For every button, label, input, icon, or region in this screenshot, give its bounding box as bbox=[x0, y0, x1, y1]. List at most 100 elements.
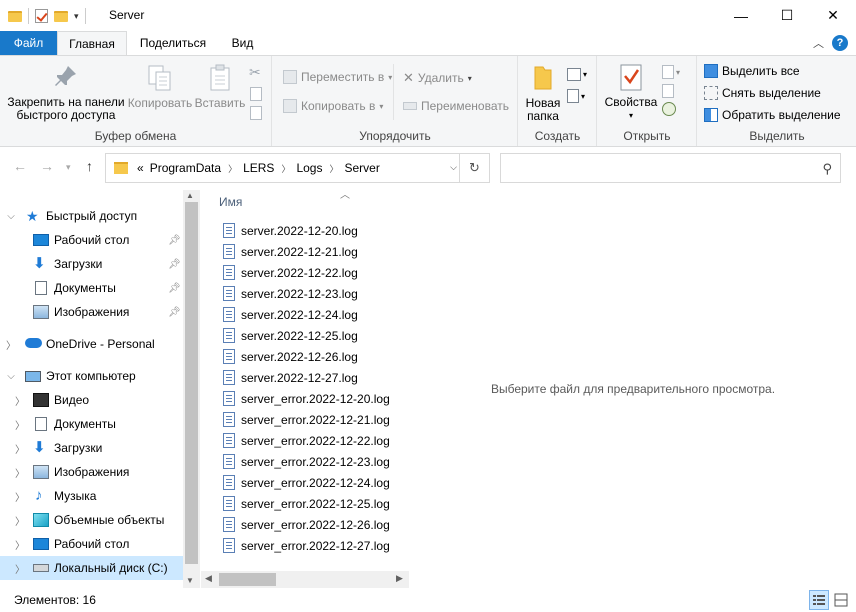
chevron-right-icon[interactable]: 〉 bbox=[14, 561, 26, 576]
tree-pc-local-disk[interactable]: 〉 Локальный диск (C:) bbox=[0, 556, 183, 580]
file-row[interactable]: server_error.2022-12-25.log bbox=[201, 493, 409, 514]
file-row[interactable]: server_error.2022-12-20.log bbox=[201, 388, 409, 409]
chevron-right-icon[interactable]: 〉 bbox=[329, 162, 338, 175]
file-row[interactable]: server.2022-12-22.log bbox=[201, 262, 409, 283]
new-folder-button[interactable]: Новая папка bbox=[523, 64, 563, 123]
scroll-right-icon[interactable]: ▶ bbox=[396, 573, 403, 584]
open-icon[interactable]: ▾ bbox=[662, 62, 680, 82]
large-icons-view-button[interactable] bbox=[831, 590, 851, 610]
recent-locations-chevron-icon[interactable]: ▾ bbox=[66, 162, 71, 173]
tab-file[interactable]: Файл bbox=[0, 31, 57, 56]
forward-arrow-icon[interactable]: → bbox=[40, 158, 54, 174]
chevron-right-icon[interactable]: 〉 bbox=[14, 417, 26, 432]
chevron-right-icon[interactable]: 〉 bbox=[14, 465, 26, 480]
copy-to-button[interactable]: Копировать в ▾ bbox=[283, 99, 383, 113]
select-all-button[interactable]: Выделить все bbox=[704, 64, 800, 78]
minimize-button[interactable]: — bbox=[718, 0, 764, 31]
file-row[interactable]: server.2022-12-26.log bbox=[201, 346, 409, 367]
tab-home[interactable]: Главная bbox=[57, 31, 127, 56]
tree-pc-downloads[interactable]: 〉 ⬇ Загрузки bbox=[0, 436, 183, 460]
tree-onedrive[interactable]: 〉 OneDrive - Personal bbox=[0, 332, 183, 356]
rename-button[interactable]: Переименовать bbox=[403, 99, 509, 113]
file-row[interactable]: server_error.2022-12-24.log bbox=[201, 472, 409, 493]
refresh-icon[interactable]: ↻ bbox=[459, 154, 489, 182]
address-history-chevron-icon[interactable]: ⌵ bbox=[450, 162, 457, 173]
file-row[interactable]: server.2022-12-27.log bbox=[201, 367, 409, 388]
file-row[interactable]: server_error.2022-12-23.log bbox=[201, 451, 409, 472]
nav-pane-scrollbar[interactable]: ▲ ▼ bbox=[183, 190, 200, 588]
file-row[interactable]: server.2022-12-25.log bbox=[201, 325, 409, 346]
tree-pc-music[interactable]: 〉 ♪ Музыка bbox=[0, 484, 183, 508]
tree-pc-desktop[interactable]: 〉 Рабочий стол bbox=[0, 532, 183, 556]
chevron-right-icon[interactable]: 〉 bbox=[281, 162, 290, 175]
chevron-right-icon[interactable]: 〉 bbox=[14, 393, 26, 408]
nav-pane-scrollbar-thumb[interactable] bbox=[185, 202, 198, 564]
properties-icon[interactable] bbox=[35, 9, 48, 23]
file-row[interactable]: server_error.2022-12-21.log bbox=[201, 409, 409, 430]
file-list-horizontal-scrollbar[interactable]: ◀ ▶ bbox=[201, 571, 409, 588]
breadcrumb-overflow[interactable]: « bbox=[137, 161, 144, 175]
easy-access-icon[interactable]: ▾ bbox=[567, 86, 587, 106]
address-bar[interactable]: « ProgramData 〉 LERS 〉 Logs 〉 Server ⌵ ↻ bbox=[105, 153, 490, 183]
minimize-ribbon-chevron-icon[interactable]: ︿ bbox=[813, 35, 824, 51]
tree-quick-downloads[interactable]: ⬇ Загрузки 📌︎ bbox=[0, 252, 183, 276]
pin-icon[interactable]: 📌︎ bbox=[168, 235, 181, 246]
back-arrow-icon[interactable]: ← bbox=[13, 158, 27, 174]
select-none-button[interactable]: Снять выделение bbox=[704, 86, 821, 100]
tree-quick-documents[interactable]: Документы 📌︎ bbox=[0, 276, 183, 300]
tree-pc-documents[interactable]: 〉 Документы bbox=[0, 412, 183, 436]
pin-icon[interactable]: 📌︎ bbox=[168, 259, 181, 270]
properties-button[interactable]: Свойства ▾ bbox=[604, 64, 658, 122]
tab-share[interactable]: Поделиться bbox=[131, 31, 215, 56]
file-row[interactable]: server.2022-12-21.log bbox=[201, 241, 409, 262]
file-row[interactable]: server.2022-12-24.log bbox=[201, 304, 409, 325]
file-row[interactable]: server.2022-12-23.log bbox=[201, 283, 409, 304]
maximize-button[interactable]: ☐ bbox=[764, 0, 810, 31]
tree-pc-videos[interactable]: 〉 Видео bbox=[0, 388, 183, 412]
tree-this-pc[interactable]: ⌵ Этот компьютер bbox=[0, 364, 183, 388]
pin-icon[interactable]: 📌︎ bbox=[168, 307, 181, 318]
tree-quick-desktop[interactable]: Рабочий стол 📌︎ bbox=[0, 228, 183, 252]
tree-pc-3d-objects[interactable]: 〉 Объемные объекты bbox=[0, 508, 183, 532]
help-icon[interactable]: ? bbox=[832, 35, 848, 51]
file-row[interactable]: server_error.2022-12-27.log bbox=[201, 535, 409, 556]
breadcrumb-server[interactable]: Server bbox=[345, 161, 380, 175]
column-header-name[interactable]: Имя bbox=[219, 195, 242, 209]
paste-shortcut-icon[interactable] bbox=[250, 106, 262, 120]
breadcrumb-programdata[interactable]: ProgramData bbox=[150, 161, 221, 175]
copy-path-icon[interactable] bbox=[250, 87, 262, 101]
chevron-right-icon[interactable]: 〉 bbox=[14, 537, 26, 552]
chevron-right-icon[interactable]: 〉 bbox=[14, 441, 26, 456]
tab-view[interactable]: Вид bbox=[220, 31, 265, 56]
file-row[interactable]: server_error.2022-12-26.log bbox=[201, 514, 409, 535]
edit-icon[interactable] bbox=[662, 84, 674, 98]
scroll-down-icon[interactable]: ▼ bbox=[186, 576, 194, 585]
new-folder-icon[interactable] bbox=[54, 10, 68, 22]
paste-button[interactable]: Вставить bbox=[192, 64, 248, 110]
copy-button[interactable]: Копировать bbox=[126, 64, 194, 110]
chevron-down-icon[interactable]: ⌵ bbox=[5, 211, 17, 222]
breadcrumb-logs[interactable]: Logs bbox=[296, 161, 322, 175]
details-view-button[interactable] bbox=[809, 590, 829, 610]
chevron-down-icon[interactable]: ⌵ bbox=[5, 371, 17, 382]
tree-quick-access[interactable]: ⌵ ★ Быстрый доступ bbox=[0, 204, 183, 228]
delete-button[interactable]: ✕ Удалить ▾ bbox=[403, 70, 472, 86]
invert-selection-button[interactable]: Обратить выделение bbox=[704, 108, 841, 122]
move-to-button[interactable]: Переместить в ▾ bbox=[283, 70, 392, 84]
chevron-right-icon[interactable]: 〉 bbox=[5, 337, 17, 352]
up-arrow-icon[interactable]: ↑ bbox=[86, 158, 93, 174]
history-icon[interactable] bbox=[662, 102, 676, 116]
chevron-right-icon[interactable]: 〉 bbox=[14, 513, 26, 528]
new-item-icon[interactable]: ▾ bbox=[567, 64, 587, 84]
close-button[interactable]: ✕ bbox=[810, 0, 856, 31]
scroll-up-icon[interactable]: ▲ bbox=[186, 191, 194, 200]
customize-toolbar-chevron-icon[interactable]: ▾ bbox=[74, 11, 79, 22]
pin-quick-access-button[interactable]: Закрепить на панели быстрого доступа bbox=[6, 64, 126, 122]
file-row[interactable]: server_error.2022-12-22.log bbox=[201, 430, 409, 451]
tree-quick-pictures[interactable]: Изображения 📌︎ bbox=[0, 300, 183, 324]
horizontal-scrollbar-thumb[interactable] bbox=[219, 573, 276, 586]
tree-pc-pictures[interactable]: 〉 Изображения bbox=[0, 460, 183, 484]
chevron-right-icon[interactable]: 〉 bbox=[14, 489, 26, 504]
search-input[interactable]: ⚲ bbox=[500, 153, 841, 183]
cut-icon[interactable]: ✂ bbox=[249, 64, 265, 84]
